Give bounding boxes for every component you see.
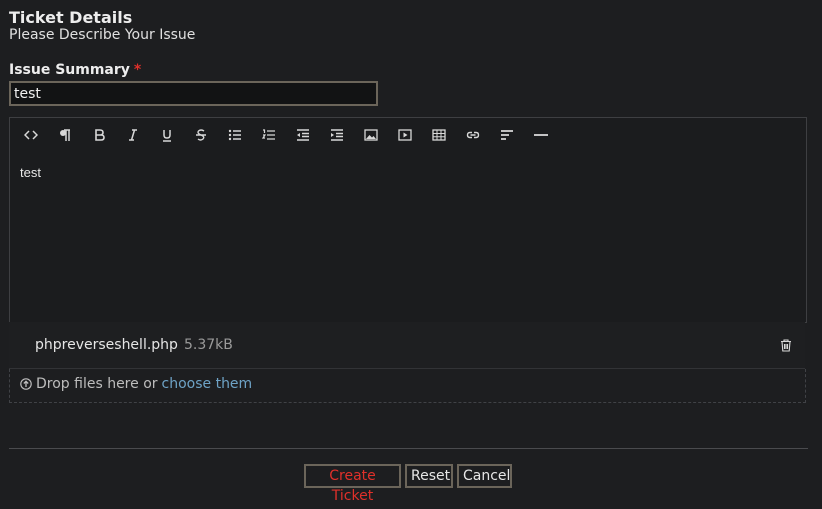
bold-icon — [95, 129, 105, 141]
link-icon — [466, 131, 480, 139]
video-icon — [398, 129, 412, 141]
insert-table-button[interactable] — [425, 122, 453, 148]
outdent-icon — [297, 129, 309, 141]
numbered-list-icon — [262, 129, 275, 140]
image-icon — [364, 129, 378, 141]
italic-icon — [129, 129, 137, 141]
bulleted-list-button[interactable] — [221, 122, 249, 148]
horizontal-rule-button[interactable] — [527, 122, 555, 148]
italic-button[interactable] — [119, 122, 147, 148]
cancel-button[interactable]: Cancel — [457, 464, 512, 488]
table-icon — [432, 129, 446, 141]
code-view-icon — [24, 130, 38, 140]
trash-icon[interactable] — [779, 338, 793, 352]
issue-summary-input[interactable] — [9, 81, 378, 106]
form-divider — [9, 448, 808, 449]
dropzone-label: Drop files here or — [36, 376, 158, 392]
reset-button[interactable]: Reset — [405, 464, 453, 488]
align-button[interactable] — [493, 122, 521, 148]
upload-icon — [20, 378, 32, 390]
dropzone-text: Drop files here or choose them — [20, 376, 252, 392]
indent-icon — [331, 129, 343, 141]
rich-text-editor: test — [9, 117, 807, 323]
paragraph-icon — [60, 129, 70, 141]
editor-toolbar — [10, 118, 561, 152]
bold-button[interactable] — [85, 122, 113, 148]
page-title: Ticket Details — [9, 8, 133, 27]
paragraph-button[interactable] — [51, 122, 79, 148]
page-subtitle: Please Describe Your Issue — [9, 27, 196, 43]
required-mark: * — [133, 62, 142, 78]
attachment-row: phpreverseshell.php 5.37kB — [9, 322, 805, 369]
underline-button[interactable] — [153, 122, 181, 148]
insert-video-button[interactable] — [391, 122, 419, 148]
strikethrough-button[interactable] — [187, 122, 215, 148]
issue-summary-label-text: Issue Summary — [9, 62, 130, 78]
editor-content[interactable]: test — [20, 165, 41, 180]
insert-link-button[interactable] — [459, 122, 487, 148]
create-ticket-button[interactable]: Create Ticket — [304, 464, 401, 504]
file-dropzone[interactable]: Drop files here or choose them — [9, 369, 806, 403]
numbered-list-button[interactable] — [255, 122, 283, 148]
strikethrough-icon — [196, 129, 206, 141]
indent-button[interactable] — [323, 122, 351, 148]
outdent-button[interactable] — [289, 122, 317, 148]
horizontal-rule-icon — [534, 134, 548, 136]
code-view-button[interactable] — [17, 122, 45, 148]
issue-summary-label: Issue Summary * — [9, 62, 141, 78]
choose-files-link[interactable]: choose them — [162, 376, 253, 392]
insert-image-button[interactable] — [357, 122, 385, 148]
attachment-name: phpreverseshell.php — [35, 337, 178, 353]
bulleted-list-icon — [228, 129, 241, 141]
underline-icon — [163, 130, 171, 142]
align-icon — [501, 130, 513, 140]
attachment-size: 5.37kB — [184, 337, 233, 353]
